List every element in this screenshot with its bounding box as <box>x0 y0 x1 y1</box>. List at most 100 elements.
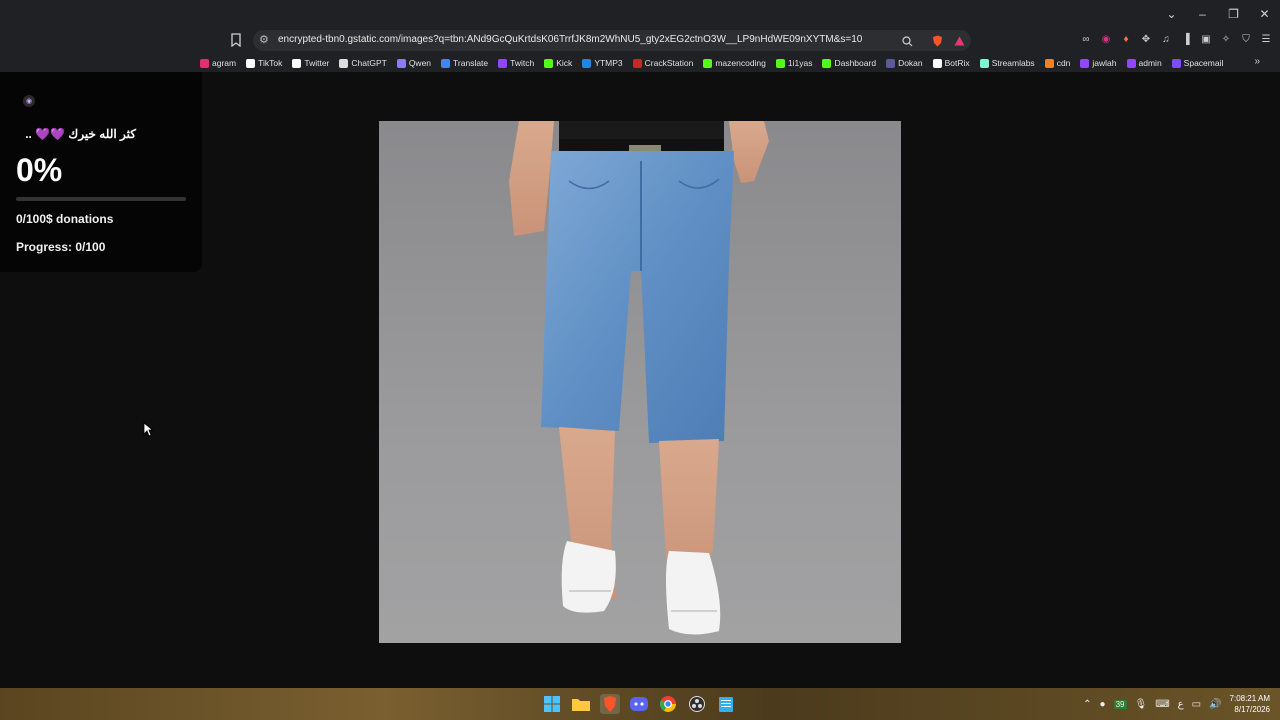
more-bookmarks-icon[interactable]: » <box>1254 56 1260 67</box>
site-settings-icon[interactable]: ⚙ <box>259 33 273 47</box>
bookmark-item[interactable]: TikTok <box>246 56 282 70</box>
brave-shields-icon[interactable] <box>929 33 945 49</box>
volume-icon[interactable]: 🔊 <box>1209 699 1221 710</box>
cdn-icon <box>1044 58 1054 68</box>
close-button[interactable]: ✕ <box>1249 0 1280 27</box>
translate-icon <box>441 58 451 68</box>
browser-title-bar: ⌄ – ❐ ✕ <box>0 0 1280 27</box>
brave-browser-icon[interactable] <box>600 694 620 714</box>
bookmark-item[interactable]: ChatGPT <box>339 56 387 70</box>
kick-icon <box>775 58 785 68</box>
bookmark-label: Dokan <box>898 58 923 68</box>
bookmark-label: Translate <box>453 58 489 68</box>
bookmark-label: admin <box>1138 58 1162 68</box>
product-image[interactable] <box>379 121 901 643</box>
bookmark-item[interactable]: cdn <box>1044 56 1071 70</box>
extensions-puzzle-icon[interactable]: ✥ <box>1138 31 1154 47</box>
denim-shorts-photo <box>509 121 769 635</box>
windows-start-icon[interactable] <box>542 694 562 714</box>
bookmark-item[interactable]: Kick <box>544 56 572 70</box>
keyboard-icon[interactable]: ⌨ <box>1155 699 1169 710</box>
bookmark-item[interactable]: mazencoding <box>703 56 766 70</box>
bookmark-item[interactable]: BotRix <box>932 56 970 70</box>
wallet-icon[interactable]: ▣ <box>1198 31 1214 47</box>
bookmark-page-icon[interactable] <box>230 33 246 49</box>
dokan-icon <box>886 58 896 68</box>
restore-button[interactable]: ❐ <box>1218 0 1249 27</box>
bookmark-item[interactable]: Dokan <box>886 56 923 70</box>
x-icon <box>292 58 302 68</box>
obs-icon[interactable] <box>687 694 707 714</box>
donation-progress-text: Progress: 0/100 <box>16 240 106 254</box>
donation-message: كثر الله خيرك 💜💜 .. <box>25 127 136 141</box>
bookmark-label: Streamlabs <box>991 58 1035 68</box>
bookmark-label: TikTok <box>258 58 283 68</box>
bookmark-label: ChatGPT <box>351 58 387 68</box>
discord-icon[interactable] <box>629 694 649 714</box>
twitch-icon <box>498 58 508 68</box>
donation-logo-icon: ◉ <box>23 95 35 107</box>
menu-icon[interactable]: ☰ <box>1258 31 1274 47</box>
clock-date: 8/17/2026 <box>1234 705 1270 714</box>
show-hidden-icons-icon[interactable]: ⌃ <box>1083 699 1091 710</box>
bookmark-label: Spacemail <box>1183 58 1224 68</box>
leo-ai-icon[interactable]: ✧ <box>1218 31 1234 47</box>
admin-icon <box>1126 58 1136 68</box>
discord-tray-icon[interactable]: ● <box>1100 699 1106 710</box>
address-bar[interactable]: ⚙ encrypted-tbn0.gstatic.com/images?q=tb… <box>253 30 971 51</box>
extension-shield-icon[interactable]: ◉ <box>1098 31 1114 47</box>
network-icon[interactable]: ▭ <box>1192 699 1201 710</box>
vpn-shield-icon[interactable]: ⛉ <box>1238 31 1254 47</box>
bookmark-item[interactable]: jawlah <box>1080 56 1117 70</box>
chrome-icon[interactable] <box>658 694 678 714</box>
tray-badge[interactable]: 39 <box>1113 699 1127 709</box>
media-music-icon[interactable]: ♫ <box>1158 31 1174 47</box>
bookmark-label: Twitch <box>510 58 535 68</box>
streamlabs-icon <box>979 58 989 68</box>
donation-total: 0/100$ donations <box>16 212 114 226</box>
bookmark-item[interactable]: Qwen <box>396 56 432 70</box>
sidebar-icon[interactable]: ▐ <box>1178 31 1194 47</box>
kick-icon <box>544 58 554 68</box>
bookmark-item[interactable]: agram <box>200 56 236 70</box>
bookmark-label: 1i1yas <box>787 58 813 68</box>
kick-icon <box>822 58 832 68</box>
bookmark-label: CrackStation <box>644 58 694 68</box>
bookmark-label: Qwen <box>408 58 432 68</box>
bookmark-label: cdn <box>1056 58 1071 68</box>
zoom-icon[interactable] <box>899 33 915 49</box>
url-text[interactable]: encrypted-tbn0.gstatic.com/images?q=tbn:… <box>278 34 862 45</box>
bookmark-item[interactable]: Dashboard <box>822 56 876 70</box>
microphone-icon[interactable]: 🎙 <box>1135 699 1148 710</box>
bookmark-item[interactable]: Streamlabs <box>979 56 1035 70</box>
tab-search-icon[interactable]: ⌄ <box>1156 0 1187 27</box>
instagram-icon <box>200 58 209 68</box>
bookmark-label: mazencoding <box>715 58 766 68</box>
file-explorer-icon[interactable] <box>571 694 591 714</box>
bookmark-item[interactable]: CrackStation <box>632 56 694 70</box>
bookmark-item[interactable]: Translate <box>441 56 488 70</box>
bookmark-item[interactable]: admin <box>1126 56 1162 70</box>
ytmp3-icon <box>582 58 592 68</box>
input-language[interactable]: ع <box>1178 699 1184 710</box>
extension-glasses-icon[interactable]: ∞ <box>1078 31 1094 47</box>
donation-progress-bar <box>16 197 186 201</box>
donation-percent: 0% <box>16 152 63 188</box>
crackstation-icon <box>632 58 642 68</box>
notepad-icon[interactable] <box>716 694 736 714</box>
bookmark-label: Kick <box>556 58 573 68</box>
donation-widget: ◉ كثر الله خيرك 💜💜 .. 0% 0/100$ donation… <box>0 72 202 272</box>
window-controls: ⌄ – ❐ ✕ <box>1156 0 1280 27</box>
bookmark-label: Dashboard <box>834 58 877 68</box>
minimize-button[interactable]: – <box>1187 0 1218 27</box>
bookmark-item[interactable]: Twitch <box>498 56 534 70</box>
bookmark-item[interactable]: YTMP3 <box>582 56 623 70</box>
kick-icon <box>703 58 713 68</box>
brave-rewards-icon[interactable] <box>951 33 967 49</box>
extension-fire-icon[interactable]: ♦ <box>1118 31 1134 47</box>
bookmark-item[interactable]: Twitter <box>292 56 329 70</box>
bookmark-label: jawlah <box>1092 58 1117 68</box>
bookmark-item[interactable]: Spacemail <box>1171 56 1224 70</box>
clock[interactable]: 7:08:21 AM 8/17/2026 <box>1230 693 1270 715</box>
bookmark-item[interactable]: 1i1yas <box>775 56 813 70</box>
